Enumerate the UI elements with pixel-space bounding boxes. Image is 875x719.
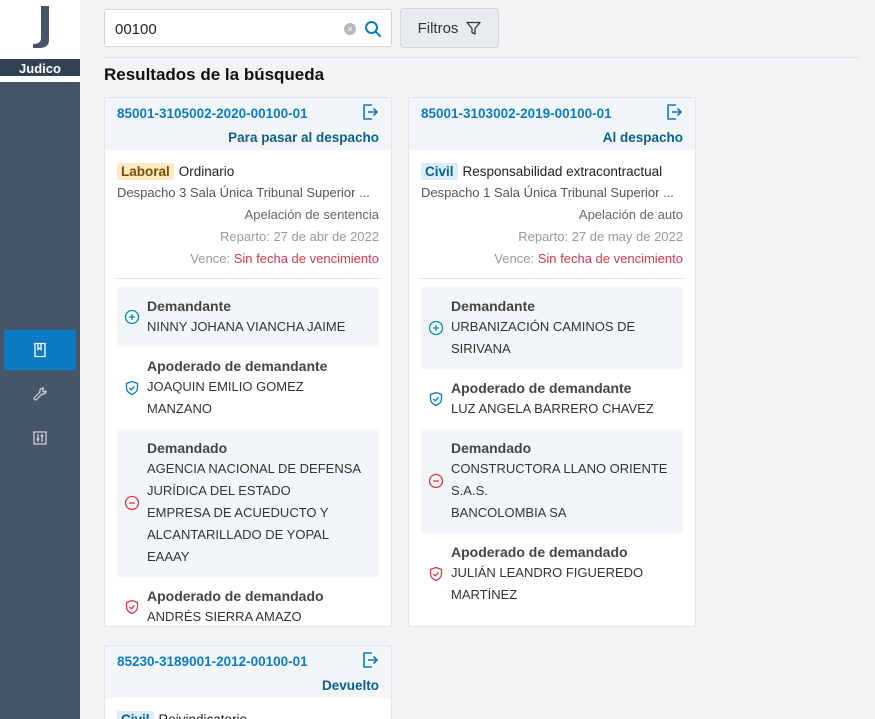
case-number-link[interactable]: 85001-3105002-2020-00100-01 <box>117 106 308 121</box>
nav-item-tools[interactable] <box>4 374 76 414</box>
card-header: 85001-3105002-2020-00100-01 Para pasar a… <box>105 98 391 150</box>
case-office: Despacho 1 Sala Única Tribunal Superior … <box>421 185 674 200</box>
case-category-row: Civil Responsabilidad extracontractual <box>421 160 683 182</box>
party-name: CONSTRUCTORA LLANO ORIENTE <box>451 461 668 476</box>
category-badge: Laboral <box>117 162 174 180</box>
party-name: AGENCIA NACIONAL DE DEFENSA <box>147 461 362 476</box>
party-demandante: Demandante NINNY JOHANA VIANCHA JAIME <box>117 287 379 347</box>
case-reparto: Reparto: 27 de may de 2022 <box>518 229 683 244</box>
party-name: JOAQUIN EMILIO GOMEZ <box>147 379 304 394</box>
party-role: Demandante <box>147 298 232 314</box>
party-name: S.A.S. <box>451 483 488 498</box>
vence-value: Sin fecha de vencimiento <box>537 251 683 266</box>
case-status: Para pasar al despacho <box>228 130 379 145</box>
category-badge: Civil <box>421 162 458 180</box>
nav-item-settings[interactable] <box>4 418 76 458</box>
case-card[interactable]: 85001-3103002-2019-00100-01 Al despacho … <box>408 97 696 627</box>
case-category-row: Laboral Ordinario <box>117 160 379 182</box>
search-box: × <box>104 9 392 47</box>
wrench-icon <box>33 387 47 401</box>
party-role: Apoderado de demandado <box>147 588 324 604</box>
party-demandante: Demandante URBANIZACIÓN CAMINOS DE SIRIV… <box>421 287 683 369</box>
party-name: MANZANO <box>147 401 212 416</box>
card-divider <box>421 278 683 279</box>
vence-value: Sin fecha de vencimiento <box>233 251 379 266</box>
open-case-icon[interactable] <box>361 103 379 121</box>
party-name: ALCANTARILLADO DE YOPAL EAAAY <box>147 527 329 564</box>
party-role: Apoderado de demandado <box>451 544 628 560</box>
case-action: Apelación de auto <box>578 207 683 222</box>
case-office: Despacho 3 Sala Única Tribunal Superior … <box>117 185 370 200</box>
case-type: Ordinario <box>178 163 235 179</box>
party-role: Apoderado de demandante <box>451 380 632 396</box>
sidebar: Judico <box>0 0 80 719</box>
case-type: Responsabilidad extracontractual <box>462 163 663 179</box>
party-apoderado-demandante: Apoderado de demandante JOAQUIN EMILIO G… <box>117 347 379 429</box>
vence-label: Vence: <box>494 251 535 266</box>
party-apoderado-demandante: Apoderado de demandante LUZ ANGELA BARRE… <box>421 369 683 429</box>
party-name: LUZ ANGELA BARRERO CHAVEZ <box>451 401 654 416</box>
party-name: URBANIZACIÓN CAMINOS DE <box>451 319 636 334</box>
shield-check-icon <box>429 566 443 582</box>
party-role: Demandante <box>451 298 536 314</box>
party-apoderado-demandado: Apoderado de demandado ANDRÉS SIERRA AMA… <box>117 577 379 637</box>
open-case-icon[interactable] <box>361 651 379 669</box>
party-name: ANDRÉS SIERRA AMAZO <box>147 609 302 624</box>
category-badge: Civil <box>117 710 154 719</box>
search-input[interactable] <box>115 18 335 40</box>
book-icon <box>34 342 46 358</box>
filters-label: Filtros <box>417 19 459 37</box>
card-header: 85001-3103002-2019-00100-01 Al despacho <box>409 98 695 150</box>
plus-circle-icon <box>428 320 444 336</box>
shield-check-icon <box>429 391 443 407</box>
header-divider <box>104 57 860 58</box>
shield-check-icon <box>125 380 139 396</box>
clear-search-icon[interactable]: × <box>344 23 356 35</box>
case-type: Reivindicatorio <box>158 711 248 719</box>
party-role: Apoderado de demandante <box>147 358 328 374</box>
case-number-link[interactable]: 85230-3189001-2012-00100-01 <box>117 654 308 669</box>
judico-logo-icon <box>33 6 49 48</box>
nav-item-expedientes[interactable] <box>4 330 76 370</box>
case-action: Apelación de sentencia <box>244 207 379 222</box>
plus-circle-icon <box>124 309 140 325</box>
case-card[interactable]: 85230-3189001-2012-00100-01 Devuelto Civ… <box>104 645 392 719</box>
sliders-icon <box>33 431 47 445</box>
results-title: Resultados de la búsqueda <box>104 65 325 84</box>
case-vence: Vence: Sin fecha de vencimiento <box>421 248 683 270</box>
case-category-row: Civil Reivindicatorio <box>117 708 379 719</box>
party-name: JURÍDICA DEL ESTADO <box>147 483 291 498</box>
case-reparto: Reparto: 27 de abr de 2022 <box>219 229 379 244</box>
party-name: BANCOLOMBIA SA <box>451 505 567 520</box>
brand[interactable]: Judico <box>0 0 80 82</box>
party-name: NINNY JOHANA VIANCHA JAIME <box>147 319 346 334</box>
card-header: 85230-3189001-2012-00100-01 Devuelto <box>105 646 391 698</box>
party-name: SIRIVANA <box>451 341 511 356</box>
vence-label: Vence: <box>190 251 231 266</box>
case-status: Devuelto <box>321 678 379 693</box>
party-name: JULIÁN LEANDRO FIGUEREDO <box>451 565 644 580</box>
case-status: Al despacho <box>602 130 683 145</box>
case-vence: Vence: Sin fecha de vencimiento <box>117 248 379 270</box>
minus-circle-icon <box>428 473 444 489</box>
minus-circle-icon <box>124 495 140 511</box>
party-role: Demandado <box>451 440 532 456</box>
party-name: EMPRESA DE ACUEDUCTO Y <box>147 505 329 520</box>
party-apoderado-demandado: Apoderado de demandado JULIÁN LEANDRO FI… <box>421 533 683 615</box>
party-demandado: Demandado CONSTRUCTORA LLANO ORIENTE S.A… <box>421 429 683 533</box>
shield-check-icon <box>125 599 139 615</box>
party-demandado: Demandado AGENCIA NACIONAL DE DEFENSA JU… <box>117 429 379 577</box>
case-card[interactable]: 85001-3105002-2020-00100-01 Para pasar a… <box>104 97 392 627</box>
card-divider <box>117 278 379 279</box>
case-number-link[interactable]: 85001-3103002-2019-00100-01 <box>421 106 612 121</box>
app-name: Judico <box>0 59 80 78</box>
filters-button[interactable]: Filtros <box>400 8 499 48</box>
party-name: MARTÍNEZ <box>451 587 518 602</box>
funnel-icon <box>466 21 482 35</box>
open-case-icon[interactable] <box>665 103 683 121</box>
search-icon[interactable] <box>364 20 382 38</box>
party-role: Demandado <box>147 440 228 456</box>
